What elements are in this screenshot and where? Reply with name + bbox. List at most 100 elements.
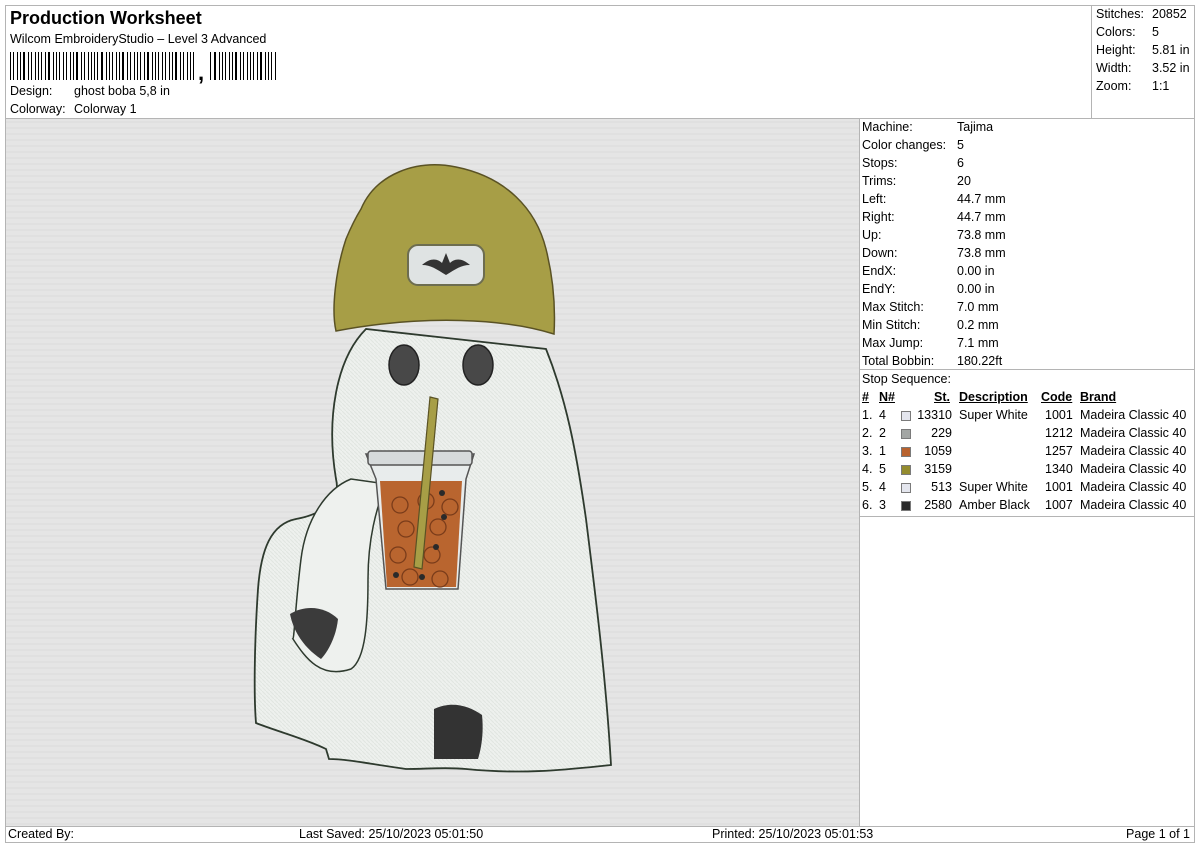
barcode-bar	[116, 52, 117, 80]
barcode-bar	[235, 52, 237, 80]
design-label: Design:	[10, 84, 53, 98]
stop-row-num: 4.	[862, 462, 873, 476]
machine-info-value: Tajima	[957, 120, 994, 134]
stop-row-needle: 4	[879, 480, 886, 494]
stop-row-num: 1.	[862, 408, 873, 422]
barcode-bar	[94, 52, 95, 80]
barcode-bar	[91, 52, 92, 80]
barcode-bar	[56, 52, 57, 80]
machine-info-label: Trims:	[862, 174, 897, 188]
stop-row-brand: Madeira Classic 40	[1080, 408, 1187, 422]
barcode-bar	[187, 52, 188, 80]
barcode	[10, 52, 282, 85]
shadow-bottom	[434, 704, 483, 759]
machine-info-value: 180.22ft	[957, 354, 1003, 368]
barcode-bar	[38, 52, 39, 80]
stop-row-stitches: 3159	[924, 462, 952, 476]
summary-value: 1:1	[1152, 79, 1170, 93]
barcode-bar	[275, 52, 276, 80]
footer-bar: Created By: Last Saved: 25/10/2023 05:01…	[5, 826, 1195, 843]
stop-sequence-panel: Stop Sequence: # N# St. Description Code…	[859, 369, 1195, 827]
barcode-bar	[134, 52, 135, 80]
stop-row-code: 1257	[1045, 444, 1073, 458]
barcode-bar	[20, 52, 21, 80]
barcode-bar	[247, 52, 248, 80]
machine-info-value: 5	[957, 138, 964, 152]
summary-value: 5	[1152, 25, 1159, 39]
machine-info-label: Right:	[862, 210, 895, 224]
summary-label: Width:	[1096, 61, 1132, 75]
summary-value: 20852	[1152, 7, 1187, 21]
stop-row-brand: Madeira Classic 40	[1080, 444, 1187, 458]
printed-date: Printed: 25/10/2023 05:01:53	[712, 827, 874, 841]
stop-row-num: 5.	[862, 480, 873, 494]
barcode-bar	[31, 52, 32, 80]
barcode-bar	[152, 52, 153, 80]
machine-info-value: 73.8 mm	[957, 228, 1006, 242]
col-header-stitches: St.	[934, 390, 950, 404]
barcode-bar	[106, 52, 107, 80]
machine-info-label: Total Bobbin:	[862, 354, 935, 368]
machine-info-label: Down:	[862, 246, 898, 260]
machine-info-label: Stops:	[862, 156, 898, 170]
stop-row-stitches: 513	[931, 480, 952, 494]
stop-row-needle: 3	[879, 498, 886, 512]
barcode-bar	[59, 52, 60, 80]
barcode-bar	[17, 52, 18, 80]
barcode-bar	[222, 52, 223, 80]
barcode-bar	[10, 52, 11, 80]
stop-row-stitches: 1059	[924, 444, 952, 458]
barcode-bar	[165, 52, 166, 80]
summary-label: Stitches:	[1096, 7, 1144, 21]
machine-info-panel: Machine: Tajima Color changes: 5 Stops: 6 Trim…	[859, 118, 1195, 370]
stop-row-code: 1001	[1045, 480, 1073, 494]
barcode-bar	[101, 52, 103, 80]
summary-value: 3.52 in	[1152, 61, 1190, 75]
stop-row-needle: 5	[879, 462, 886, 476]
machine-info-label: Max Jump:	[862, 336, 924, 350]
barcode-bar	[48, 52, 50, 80]
barcode-bar	[45, 52, 46, 80]
barcode-bar	[172, 52, 173, 80]
stop-row-needle: 1	[879, 444, 886, 458]
design-value: ghost boba 5,8 in	[74, 84, 170, 98]
barcode-bar	[122, 52, 124, 80]
col-header-num: #	[862, 390, 869, 404]
barcode-bar	[162, 52, 163, 80]
barcode-bar	[81, 52, 82, 80]
col-header-code: Code	[1041, 390, 1073, 404]
barcode-bar	[144, 52, 145, 80]
stop-row-num: 3.	[862, 444, 873, 458]
barcode-bar	[210, 52, 211, 80]
barcode-bar	[147, 52, 149, 80]
machine-info-value: 44.7 mm	[957, 210, 1006, 224]
last-saved: Last Saved: 25/10/2023 05:01:50	[299, 827, 484, 841]
barcode-bar	[271, 52, 272, 80]
machine-info-label: Up:	[862, 228, 882, 242]
barcode-bar	[229, 52, 230, 80]
barcode-bar	[35, 52, 36, 80]
machine-info-label: Max Stitch:	[862, 300, 924, 314]
cup-lid	[367, 450, 473, 466]
summary-label: Height:	[1096, 43, 1136, 57]
barcode-bar	[28, 52, 29, 80]
barcode-bar	[66, 52, 67, 80]
barcode-bar	[88, 52, 89, 80]
barcode-bar	[63, 52, 64, 80]
page-number: Page 1 of 1	[1126, 827, 1190, 841]
barcode-bar	[175, 52, 177, 80]
barcode-bar	[23, 52, 25, 80]
stop-sequence-title: Stop Sequence:	[862, 372, 951, 386]
stop-sequence-divider	[860, 516, 1194, 517]
barcode-bar	[109, 52, 110, 80]
barcode-bar	[127, 52, 128, 80]
barcode-bar	[155, 52, 156, 80]
stop-row-description: Super White	[959, 408, 1028, 422]
barcode-bar	[137, 52, 138, 80]
barcode-bar	[183, 52, 184, 80]
machine-info-value: 7.1 mm	[957, 336, 999, 350]
stop-row-stitches: 13310	[917, 408, 952, 422]
summary-label: Colors:	[1096, 25, 1136, 39]
design-preview	[5, 118, 860, 827]
machine-info-value: 73.8 mm	[957, 246, 1006, 260]
